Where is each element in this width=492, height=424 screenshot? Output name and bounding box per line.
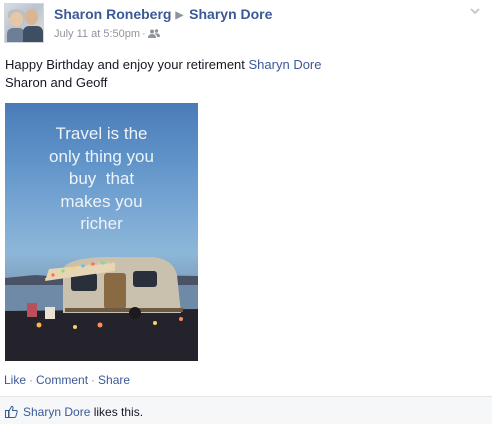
- story-header: Sharon Roneberg ▶ Sharyn Dore: [54, 6, 272, 25]
- action-separator: ·: [91, 373, 96, 387]
- author-name-link[interactable]: Sharon Roneberg: [54, 6, 171, 22]
- post-photo[interactable]: Travel is the only thing you buy that ma…: [5, 103, 198, 361]
- message-line-1: Happy Birthday and enjoy your retirement…: [5, 57, 322, 72]
- friends-icon[interactable]: [147, 29, 160, 38]
- arrow-right-icon: ▶: [175, 10, 184, 21]
- story-message: Happy Birthday and enjoy your retirement…: [5, 56, 485, 92]
- share-link[interactable]: Share: [98, 373, 130, 387]
- likes-summary: Sharyn Dore likes this.: [5, 405, 143, 419]
- thumbs-up-icon: [5, 405, 18, 418]
- message-line-2: Sharon and Geoff: [5, 75, 108, 90]
- story-actions: Like · Comment · Share: [4, 373, 130, 387]
- meta-separator: ·: [142, 28, 146, 40]
- comment-link[interactable]: Comment: [36, 373, 88, 387]
- photo-caption-text: Travel is the only thing you buy that ma…: [49, 124, 154, 233]
- author-avatar[interactable]: [4, 3, 44, 43]
- feed-story: Sharon Roneberg ▶ Sharyn Dore July 11 at 5…: [0, 0, 492, 424]
- story-meta: July 11 at 5:50pm ·: [54, 28, 160, 41]
- action-separator: ·: [29, 373, 34, 387]
- timestamp-link[interactable]: July 11 at 5:50pm: [54, 28, 140, 40]
- recipient-name-link[interactable]: Sharyn Dore: [189, 6, 272, 22]
- liker-name-link[interactable]: Sharyn Dore: [23, 405, 90, 419]
- like-link[interactable]: Like: [4, 373, 26, 387]
- chevron-down-icon[interactable]: [470, 6, 480, 16]
- tagged-user-link[interactable]: Sharyn Dore: [249, 57, 322, 72]
